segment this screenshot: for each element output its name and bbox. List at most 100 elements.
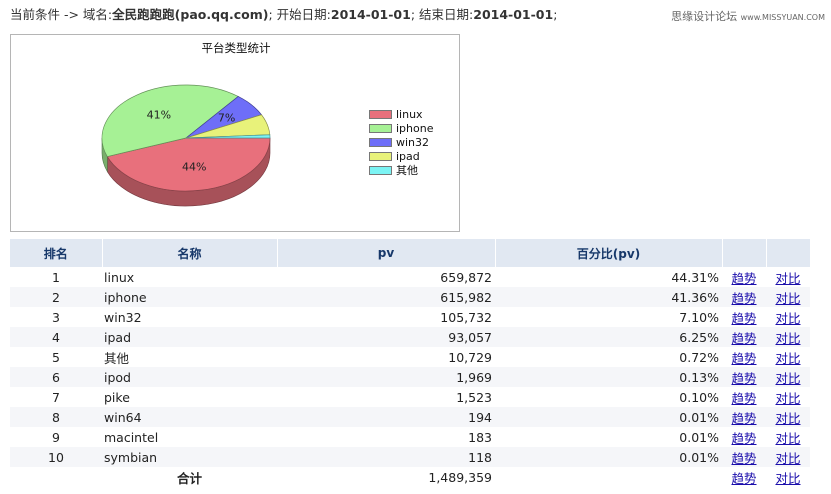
legend-item: 其他 <box>369 163 433 177</box>
total-trend-link[interactable]: 趋势 <box>731 471 756 486</box>
legend-swatch <box>369 151 392 161</box>
watermark: 思缘设计论坛 www.MISSYUAN.COM <box>671 8 825 24</box>
legend-label: iphone <box>396 121 434 135</box>
legend-label: linux <box>396 107 423 121</box>
table-header-row: 排名 名称 pv 百分比(pv) <box>10 239 811 267</box>
table-row: 6 ipod 1,969 0.13% 趋势 对比 <box>10 367 810 387</box>
cell-compare: 对比 <box>766 347 810 367</box>
table-body: 1 linux 659,872 44.31% 趋势 对比 2 iphone 615,982 41.… <box>10 267 810 487</box>
cell-name: linux <box>104 269 135 285</box>
chart-legend: linux iphone win32 ipad 其他 <box>369 107 433 177</box>
trend-link[interactable]: 趋势 <box>731 331 756 346</box>
cell-name: symbian <box>102 447 277 467</box>
cell-rank: 8 <box>10 407 102 427</box>
cell-pv: 1,969 <box>277 367 495 387</box>
cell-pv: 194 <box>277 407 495 427</box>
cell-pv: 118 <box>277 447 495 467</box>
cell-compare: 对比 <box>766 427 810 447</box>
legend-label: ipad <box>396 149 420 163</box>
cell-compare: 对比 <box>766 307 810 327</box>
cell-name: win32 <box>104 309 142 325</box>
legend-item: linux <box>369 107 433 121</box>
condition-domain: 全民跑跑跑(pao.qq.com) <box>112 7 269 22</box>
compare-link[interactable]: 对比 <box>775 271 800 286</box>
compare-link[interactable]: 对比 <box>775 411 800 426</box>
legend-item: ipad <box>369 149 433 163</box>
table-row: 9 macintel 183 0.01% 趋势 对比 <box>10 427 810 447</box>
table-row: 7 pike 1,523 0.10% 趋势 对比 <box>10 387 810 407</box>
cell-pv: 615,982 <box>277 287 495 307</box>
cell-name: ipod <box>102 367 277 387</box>
cell-rank: 3 <box>52 309 60 325</box>
cell-name: pike <box>104 389 130 405</box>
header-pv: pv <box>277 239 496 267</box>
cell-pv: 659,872 <box>440 269 492 285</box>
cell-name: macintel <box>104 429 159 445</box>
compare-link[interactable]: 对比 <box>775 311 800 326</box>
watermark-en: www.MISSYUAN.COM <box>740 13 825 22</box>
pie-slice-label: 44% <box>182 161 206 174</box>
trend-link[interactable]: 趋势 <box>731 431 756 446</box>
table-row: 4 ipad 93,057 6.25% 趋势 对比 <box>10 327 810 347</box>
condition-start-label: ; 开始日期: <box>268 7 331 22</box>
legend-label: 其他 <box>396 164 418 177</box>
header-percent: 百分比(pv) <box>495 239 723 267</box>
trend-link[interactable]: 趋势 <box>731 351 756 366</box>
cell-percent: 0.10% <box>679 389 719 405</box>
trend-link[interactable]: 趋势 <box>731 371 756 386</box>
cell-trend: 趋势 <box>722 367 766 387</box>
cell-pv: 93,057 <box>277 327 495 347</box>
cell-compare: 对比 <box>766 367 810 387</box>
filter-condition-bar: 当前条件 -> 域名:全民跑跑跑(pao.qq.com); 开始日期: 2014-… <box>10 4 557 23</box>
cell-trend: 趋势 <box>722 327 766 347</box>
cell-rank: 5 <box>52 349 60 365</box>
compare-link[interactable]: 对比 <box>775 371 800 386</box>
cell-percent: 44.31% <box>671 269 719 285</box>
cell-trend: 趋势 <box>722 347 766 367</box>
cell-trend: 趋势 <box>722 427 766 447</box>
compare-link[interactable]: 对比 <box>775 391 800 406</box>
compare-link[interactable]: 对比 <box>775 431 800 446</box>
trend-link[interactable]: 趋势 <box>731 391 756 406</box>
trend-link[interactable]: 趋势 <box>731 291 756 306</box>
table-total-row: 合计 1,489,359 趋势 对比 <box>10 467 810 487</box>
cell-trend: 趋势 <box>722 467 766 487</box>
cell-compare: 对比 <box>766 387 810 407</box>
trend-link[interactable]: 趋势 <box>731 411 756 426</box>
cell-rank: 9 <box>52 429 60 445</box>
table-row: 8 win64 194 0.01% 趋势 对比 <box>10 407 810 427</box>
cell-rank: 1 <box>52 269 60 285</box>
cell-trend: 趋势 <box>722 287 766 307</box>
cell-compare: 对比 <box>766 467 810 487</box>
compare-link[interactable]: 对比 <box>775 331 800 346</box>
compare-link[interactable]: 对比 <box>775 451 800 466</box>
trend-link[interactable]: 趋势 <box>731 311 756 326</box>
cell-compare: 对比 <box>766 327 810 347</box>
trend-link[interactable]: 趋势 <box>731 271 756 286</box>
compare-link[interactable]: 对比 <box>775 351 800 366</box>
condition-end-date: 2014-01-01 <box>473 7 554 22</box>
trend-link[interactable]: 趋势 <box>731 451 756 466</box>
legend-swatch <box>369 123 392 133</box>
cell-compare: 对比 <box>766 287 810 307</box>
condition-prefix: 当前条件 -> 域名: <box>10 7 113 22</box>
total-label: 合计 <box>102 467 277 487</box>
cell-pv: 1,523 <box>456 389 492 405</box>
legend-swatch <box>369 109 392 119</box>
compare-link[interactable]: 对比 <box>775 291 800 306</box>
header-compare <box>766 239 811 267</box>
cell-rank: 10 <box>10 447 102 467</box>
cell-trend: 趋势 <box>722 307 766 327</box>
cell-compare: 对比 <box>766 447 810 467</box>
platform-pie-chart: 44% 41% 7% 平台类型统计 linux iphone win32 ipad 其他 <box>10 34 460 232</box>
legend-item: iphone <box>369 121 433 135</box>
legend-label: win32 <box>396 135 430 149</box>
total-compare-link[interactable]: 对比 <box>775 471 800 486</box>
cell-name: win64 <box>102 407 277 427</box>
table-row: 10 symbian 118 0.01% 趋势 对比 <box>10 447 810 467</box>
table-row: 2 iphone 615,982 41.36% 趋势 对比 <box>10 287 810 307</box>
chart-title: 平台类型统计 <box>201 41 271 55</box>
cell-percent: 41.36% <box>495 287 722 307</box>
cell-rank: 7 <box>52 389 60 405</box>
pie-slice-label: 7% <box>218 111 235 124</box>
